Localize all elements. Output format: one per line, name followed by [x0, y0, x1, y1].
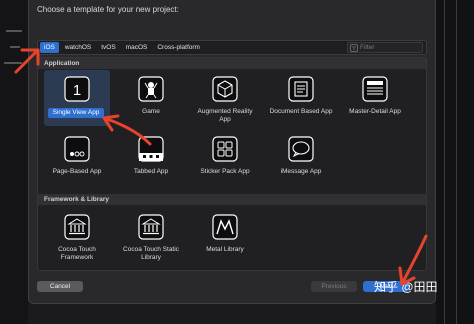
imessage-icon — [288, 136, 314, 162]
sheet-title: Choose a template for your new project: — [37, 5, 179, 14]
master-detail-icon — [362, 76, 388, 102]
tab-macos[interactable]: macOS — [122, 42, 152, 53]
template-panel: Application 1 Single View App Game Augme… — [37, 57, 427, 271]
document-icon — [288, 76, 314, 102]
editor-line-marker — [4, 62, 22, 64]
editor-divider — [456, 0, 457, 324]
tabbed-icon — [138, 136, 164, 162]
tab-cross-platform[interactable]: Cross-platform — [153, 42, 204, 53]
cocoa-framework-icon — [64, 214, 90, 240]
template-label: Cocoa Touch Static Library — [123, 246, 179, 261]
template-label: Cocoa Touch Framework — [58, 246, 96, 261]
single-view-icon: 1 — [64, 76, 90, 102]
cancel-button[interactable]: Cancel — [37, 281, 83, 292]
tab-ios[interactable]: iOS — [40, 42, 59, 53]
ar-icon — [212, 76, 238, 102]
template-label: iMessage App — [280, 168, 322, 175]
template-label: Page-Based App — [52, 168, 102, 175]
section-header-application: Application — [38, 58, 426, 69]
template-label: Game — [142, 108, 160, 115]
watermark: 知乎 @田田 — [374, 280, 438, 294]
previous-button[interactable]: Previous — [311, 281, 357, 292]
platform-tab-bar: iOS watchOS tvOS macOS Cross-platform Fi… — [37, 40, 427, 55]
filter-icon — [350, 44, 358, 52]
template-label: Sticker Pack App — [200, 168, 250, 175]
tab-watchos[interactable]: watchOS — [61, 42, 95, 53]
section-header-framework: Framework & Library — [38, 194, 426, 205]
editor-line-marker — [6, 30, 22, 32]
template-chooser-sheet: Choose a template for your new project: … — [28, 0, 436, 304]
sticker-pack-icon — [212, 136, 238, 162]
filter-placeholder: Filter — [360, 44, 375, 51]
tab-tvos[interactable]: tvOS — [97, 42, 119, 53]
template-label: Document Based App — [269, 108, 333, 115]
editor-divider — [444, 0, 445, 324]
editor-left-gutter — [0, 0, 28, 324]
template-label: Tabbed App — [133, 168, 169, 175]
template-label: Single View App — [48, 108, 104, 118]
template-label: Metal Library — [206, 246, 244, 253]
template-label: Augmented Reality App — [197, 108, 253, 123]
filter-input[interactable]: Filter — [347, 42, 423, 53]
template-label: Master-Detail App — [349, 108, 401, 115]
editor-right-gutter — [436, 0, 474, 324]
svg-text:1: 1 — [73, 82, 81, 99]
game-icon — [138, 76, 164, 102]
editor-line-marker — [10, 46, 20, 48]
page-based-icon — [64, 136, 90, 162]
cocoa-static-library-icon — [138, 214, 164, 240]
metal-library-icon — [212, 214, 238, 240]
